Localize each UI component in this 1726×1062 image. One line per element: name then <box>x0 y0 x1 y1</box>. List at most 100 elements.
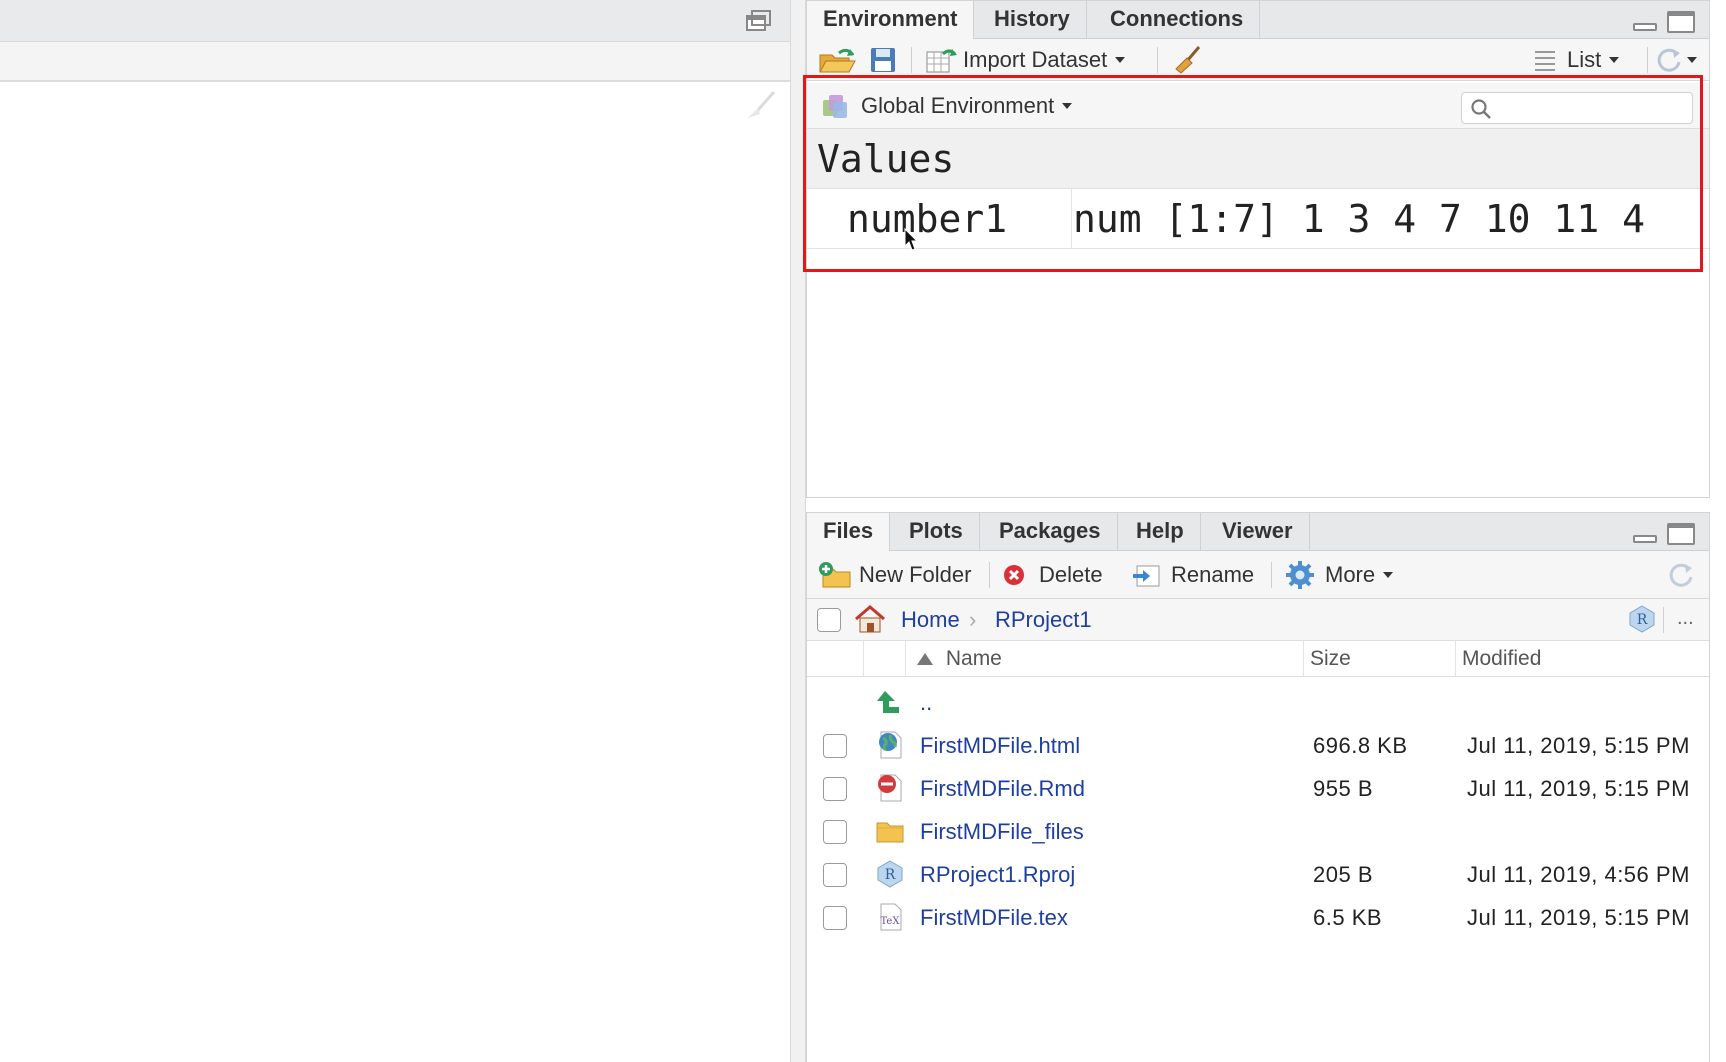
mouse-cursor-icon <box>904 228 918 251</box>
size-column-label: Size <box>1310 647 1351 670</box>
more-options-button[interactable]: ... <box>1677 599 1694 637</box>
file-name-link[interactable]: FirstMDFile_files <box>920 810 1084 853</box>
highlight-annotation-box <box>803 75 1703 272</box>
file-row[interactable]: FirstMDFile.Rmd 955 B Jul 11, 2019, 5:15… <box>807 767 1709 810</box>
toolbar-separator <box>911 47 912 73</box>
tab-environment[interactable]: Environment <box>807 1 975 40</box>
maximize-button[interactable] <box>1667 523 1695 545</box>
file-row[interactable]: TeX FirstMDFile.tex 6.5 KB Jul 11, 2019,… <box>807 896 1709 939</box>
rename-icon <box>1133 565 1160 587</box>
toolbar-separator <box>1663 607 1664 633</box>
refresh-icon <box>1669 563 1693 587</box>
rproj-file-icon: R <box>877 860 903 888</box>
minimize-button[interactable] <box>1633 23 1657 31</box>
parent-folder-icon <box>877 691 899 713</box>
toolbar-separator <box>1647 47 1648 73</box>
breadcrumb-separator: › <box>969 607 977 632</box>
rename-button[interactable]: Rename <box>1131 551 1254 599</box>
more-button[interactable]: More <box>1285 551 1394 599</box>
save-icon <box>871 48 895 72</box>
tab-files[interactable]: Files <box>807 513 891 552</box>
tab-connections[interactable]: Connections <box>1094 1 1261 39</box>
file-checkbox[interactable] <box>823 734 847 758</box>
file-name-link[interactable]: FirstMDFile.tex <box>920 896 1068 939</box>
import-dataset-label: Import Dataset <box>963 47 1108 72</box>
file-checkbox[interactable] <box>823 906 847 930</box>
svg-text:TeX: TeX <box>881 916 901 927</box>
tab-history[interactable]: History <box>978 1 1087 39</box>
files-pane: Files Plots Packages Help Viewer New Fol… <box>806 512 1710 1062</box>
file-name-link[interactable]: FirstMDFile.html <box>920 724 1080 767</box>
environment-tabbar: Environment History Connections <box>807 1 1709 40</box>
svg-text:R: R <box>885 867 896 883</box>
file-checkbox[interactable] <box>823 863 847 887</box>
modified-column-label: Modified <box>1462 647 1542 670</box>
window-controls <box>1633 11 1695 35</box>
breadcrumb-current[interactable]: RProject1 <box>995 599 1092 641</box>
modified-column-header[interactable]: Modified <box>1455 641 1715 677</box>
restore-window-icon[interactable] <box>746 10 772 32</box>
select-all-checkbox[interactable] <box>817 608 841 632</box>
parent-directory-link[interactable]: .. <box>920 681 932 724</box>
file-checkbox[interactable] <box>823 777 847 801</box>
chevron-down-icon <box>1687 57 1697 63</box>
more-label: More <box>1325 562 1376 587</box>
delete-label: Delete <box>1039 562 1103 587</box>
refresh-icon <box>1657 48 1681 72</box>
toolbar-separator <box>989 562 990 588</box>
editor-toolbar <box>0 42 790 118</box>
file-modified: Jul 11, 2019, 5:15 PM <box>1467 733 1690 758</box>
window-controls <box>1633 523 1695 547</box>
file-row[interactable]: FirstMDFile.html 696.8 KB Jul 11, 2019, … <box>807 724 1709 767</box>
maximize-button[interactable] <box>1667 11 1695 33</box>
broom-icon <box>1175 46 1201 74</box>
minimize-button[interactable] <box>1633 535 1657 543</box>
file-checkbox[interactable] <box>823 820 847 844</box>
clear-brush-icon[interactable] <box>744 90 778 120</box>
toolbar-separator <box>1157 47 1158 73</box>
icon-column-header <box>863 641 905 677</box>
html-globe-icon <box>879 731 902 759</box>
new-folder-icon <box>819 562 851 588</box>
parent-directory-row[interactable]: .. <box>807 681 1709 724</box>
delete-button[interactable]: Delete <box>1001 551 1103 599</box>
chevron-down-icon <box>1115 57 1126 63</box>
file-modified: Jul 11, 2019, 5:15 PM <box>1467 905 1690 930</box>
file-row[interactable]: R RProject1.Rproj 205 B Jul 11, 2019, 4:… <box>807 853 1709 896</box>
toolbar-separator <box>1271 562 1272 588</box>
tab-packages[interactable]: Packages <box>983 513 1118 551</box>
file-name-link[interactable]: FirstMDFile.Rmd <box>920 767 1085 810</box>
chevron-down-icon <box>1383 572 1394 578</box>
file-size: 6.5 KB <box>1313 905 1383 930</box>
list-icon <box>1535 51 1555 71</box>
breadcrumb-home[interactable]: Home <box>901 599 960 641</box>
file-list-header: Name Size Modified <box>807 641 1709 677</box>
new-folder-label: New Folder <box>859 562 972 587</box>
files-tabbar: Files Plots Packages Help Viewer <box>807 513 1709 552</box>
tab-help[interactable]: Help <box>1120 513 1201 551</box>
file-row[interactable]: FirstMDFile_files <box>807 810 1709 853</box>
chevron-down-icon <box>1609 57 1620 63</box>
tex-file-icon: TeX <box>880 903 902 931</box>
new-folder-button[interactable]: New Folder <box>817 551 971 599</box>
editor-pane <box>0 0 790 1062</box>
rename-label: Rename <box>1171 562 1255 587</box>
file-size: 205 B <box>1313 862 1373 887</box>
name-column-header[interactable]: Name <box>905 641 1295 677</box>
size-column-header[interactable]: Size <box>1303 641 1453 677</box>
gear-icon <box>1286 561 1314 589</box>
sort-ascending-icon <box>917 653 933 665</box>
go-to-project-icon[interactable]: R <box>1627 604 1657 634</box>
refresh-files-button[interactable] <box>1667 551 1695 599</box>
import-table-icon <box>926 49 957 73</box>
name-column-label: Name <box>945 647 1002 670</box>
file-modified: Jul 11, 2019, 5:15 PM <box>1467 776 1690 801</box>
file-name-link[interactable]: RProject1.Rproj <box>920 853 1075 896</box>
home-icon[interactable] <box>853 604 887 634</box>
rmd-file-icon <box>878 774 902 802</box>
breadcrumb: Home › RProject1 R ... <box>807 599 1709 641</box>
tab-viewer[interactable]: Viewer <box>1206 513 1310 551</box>
tab-plots[interactable]: Plots <box>893 513 980 551</box>
file-size: 955 B <box>1313 776 1373 801</box>
file-size: 696.8 KB <box>1313 733 1408 758</box>
